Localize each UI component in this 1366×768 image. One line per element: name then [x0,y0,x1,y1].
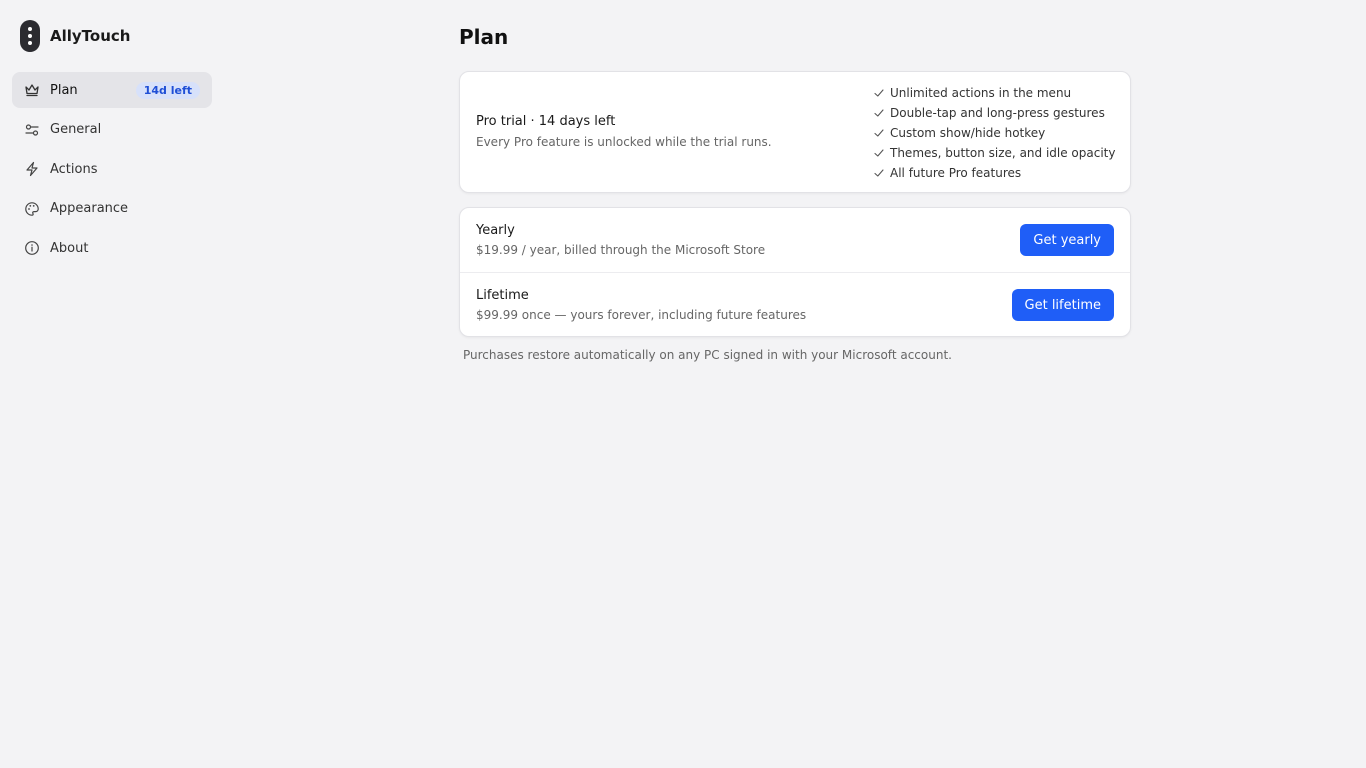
lightning-icon [24,161,40,177]
trial-subtitle: Every Pro feature is unlocked while the … [476,135,772,149]
app-window: AllyTouch Plan 14d left General Actions … [0,0,1366,768]
sidebar-item-label: General [50,122,102,137]
feature-label: All future Pro features [890,166,1022,180]
sidebar: AllyTouch Plan 14d left General Actions … [0,0,224,768]
feature-item: Themes, button size, and idle opacity [873,143,1116,163]
restore-footnote: Purchases restore automatically on any P… [463,348,952,362]
plan-price: $99.99 once — yours forever, including f… [476,308,807,322]
app-name: AllyTouch [50,27,131,45]
trial-card: Pro trial · 14 days left Every Pro featu… [459,71,1131,193]
sidebar-item-label: Plan [50,82,78,98]
app-logo-icon [20,20,40,52]
plan-name: Lifetime [476,288,529,303]
sidebar-item-plan[interactable]: Plan 14d left [12,72,212,108]
feature-item: Unlimited actions in the menu [873,83,1116,103]
plan-row-lifetime: Lifetime $99.99 once — yours forever, in… [460,272,1130,337]
feature-item: Double-tap and long-press gestures [873,103,1116,123]
feature-label: Themes, button size, and idle opacity [890,146,1116,160]
sidebar-item-appearance[interactable]: Appearance [12,191,212,227]
crown-icon [24,82,40,98]
feature-item: All future Pro features [873,163,1116,183]
feature-label: Unlimited actions in the menu [890,86,1072,100]
check-icon [873,127,885,139]
get-lifetime-button[interactable]: Get lifetime [1011,289,1114,321]
sidebar-item-actions[interactable]: Actions [12,151,212,187]
sidebar-item-about[interactable]: About [12,230,212,266]
trial-title: Pro trial · 14 days left [476,114,616,129]
brand: AllyTouch [20,20,130,52]
sidebar-item-general[interactable]: General [12,112,212,148]
sliders-icon [24,122,40,138]
feature-item: Custom show/hide hotkey [873,123,1116,143]
check-icon [873,107,885,119]
info-icon [24,240,40,256]
plan-name: Yearly [476,223,515,238]
check-icon [873,147,885,159]
sidebar-item-label: Actions [50,161,98,177]
sidebar-nav: Plan 14d left General Actions Appearance… [12,72,212,270]
plan-row-yearly: Yearly $19.99 / year, billed through the… [460,208,1130,272]
trial-days-badge: 14d left [135,81,200,99]
plan-info: Yearly $19.99 / year, billed through the… [476,223,765,257]
check-icon [873,87,885,99]
palette-icon [24,201,40,217]
page-title: Plan [459,25,509,49]
sidebar-item-label: About [50,240,89,256]
check-icon [873,167,885,179]
feature-label: Custom show/hide hotkey [890,126,1046,140]
sidebar-item-label: Appearance [50,201,129,216]
trial-info: Pro trial · 14 days left Every Pro featu… [476,114,772,149]
plans-card: Yearly $19.99 / year, billed through the… [459,207,1131,337]
get-yearly-button[interactable]: Get yearly [1020,224,1114,256]
plan-price: $19.99 / year, billed through the Micros… [476,243,766,257]
plan-info: Lifetime $99.99 once — yours forever, in… [476,288,806,322]
pro-feature-list: Unlimited actions in the menu Double-tap… [873,83,1116,183]
feature-label: Double-tap and long-press gestures [890,106,1105,120]
